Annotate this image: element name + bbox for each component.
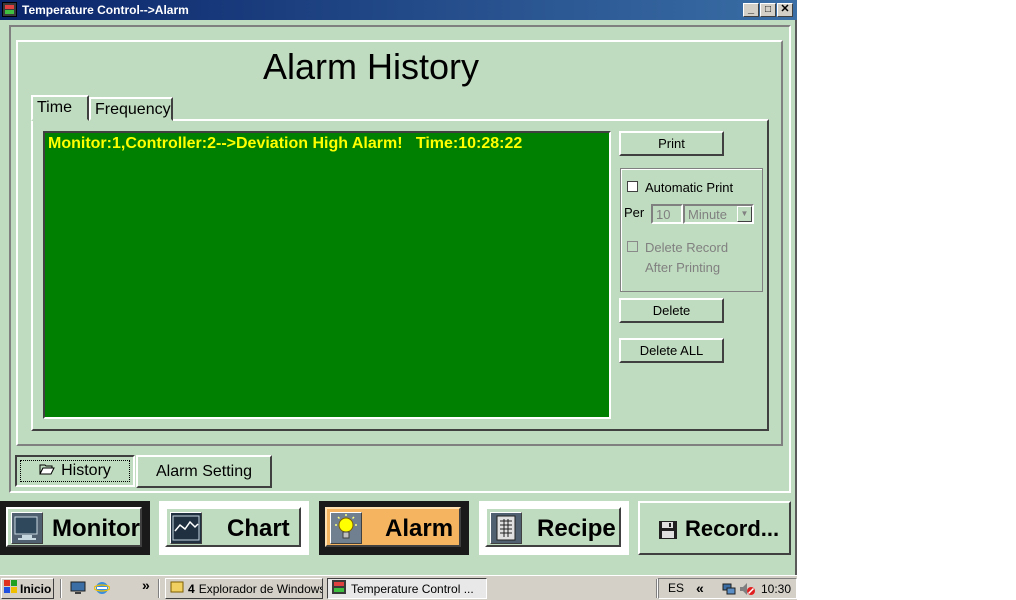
maximize-button[interactable]: □ (760, 3, 776, 17)
taskbar-separator (60, 579, 62, 598)
delete-button[interactable]: Delete (619, 298, 724, 323)
network-icon[interactable] (722, 582, 736, 599)
interval-input[interactable]: 10 (651, 204, 683, 224)
nav-record-button[interactable]: Record... (638, 501, 791, 555)
active-task-label: Temperature Control ... (351, 581, 474, 596)
close-button[interactable]: ✕ (777, 3, 793, 17)
nav-recipe-button[interactable]: Recipe (479, 501, 629, 555)
delete-after-print-label-line1: Delete Record (645, 240, 729, 255)
recipe-icon (490, 512, 522, 544)
app-icon-small (332, 580, 346, 597)
show-desktop-icon[interactable] (70, 581, 86, 598)
interval-unit-dropdown[interactable]: Minute ▼ (683, 204, 754, 224)
alarm-history-list[interactable]: Monitor:1,Controller:2-->Deviation High … (43, 131, 611, 419)
interval-unit-value: Minute (688, 207, 728, 222)
tab-alarm-setting[interactable]: Alarm Setting (136, 455, 272, 488)
windows-logo-icon (4, 580, 18, 597)
app-icon[interactable] (2, 2, 17, 17)
start-button[interactable]: Inicio (1, 578, 54, 599)
list-item[interactable]: Monitor:1,Controller:2-->Deviation High … (48, 135, 522, 153)
chart-icon (170, 512, 202, 544)
delete-after-print-checkbox[interactable] (627, 241, 638, 252)
window-title: Temperature Control-->Alarm (22, 3, 189, 17)
taskbar-separator (158, 579, 160, 598)
print-button[interactable]: Print (619, 131, 724, 156)
focus-rect (20, 460, 130, 482)
taskbar-temperature-control[interactable]: Temperature Control ... (327, 578, 487, 599)
start-label: Inicio (20, 581, 52, 596)
browser-icon[interactable] (93, 580, 111, 599)
app-window: Temperature Control-->Alarm _ □ ✕ Alarm … (0, 0, 797, 575)
tab-time[interactable]: Time (31, 95, 89, 121)
delete-all-button[interactable]: Delete ALL (619, 338, 724, 363)
explorer-label: Explorador de Windows (198, 581, 323, 596)
taskbar: Inicio » 4 Explorador de Windows ▼ Tempe… (0, 575, 797, 600)
per-label: Per (624, 205, 645, 220)
nav-recipe-label: Recipe (537, 515, 616, 542)
nav-alarm-button[interactable]: Alarm (319, 501, 469, 555)
tray-expand-button[interactable]: « (696, 580, 704, 596)
nav-alarm-label: Alarm (385, 515, 454, 542)
page-title: Alarm History (263, 46, 480, 87)
volume-muted-icon[interactable] (739, 582, 755, 599)
lightbulb-icon (330, 512, 362, 544)
nav-record-label: Record... (685, 516, 780, 541)
tab-history[interactable]: History (15, 455, 135, 487)
floppy-disk-icon (658, 519, 678, 547)
taskbar-explorer-group[interactable]: 4 Explorador de Windows ▼ (165, 578, 323, 599)
nav-chart-button[interactable]: Chart (159, 501, 309, 555)
system-tray: « 10:30 (658, 578, 797, 599)
nav-chart-label: Chart (227, 515, 290, 542)
automatic-print-checkbox[interactable] (627, 181, 638, 192)
clock[interactable]: 10:30 (761, 582, 791, 596)
monitor-icon (11, 512, 43, 544)
nav-monitor-button[interactable]: Monitor (0, 501, 150, 555)
folder-icon (170, 580, 184, 597)
delete-after-print-label-line2: After Printing (645, 260, 721, 275)
quick-launch-overflow[interactable]: » (142, 577, 150, 593)
nav-monitor-label: Monitor (52, 515, 140, 542)
tab-frequency[interactable]: Frequency (89, 97, 173, 121)
title-bar[interactable]: Temperature Control-->Alarm _ □ ✕ (0, 0, 797, 20)
automatic-print-label[interactable]: Automatic Print (645, 180, 733, 195)
explorer-count: 4 (188, 581, 195, 596)
minimize-button[interactable]: _ (743, 3, 759, 17)
chevron-down-icon[interactable]: ▼ (737, 206, 752, 222)
